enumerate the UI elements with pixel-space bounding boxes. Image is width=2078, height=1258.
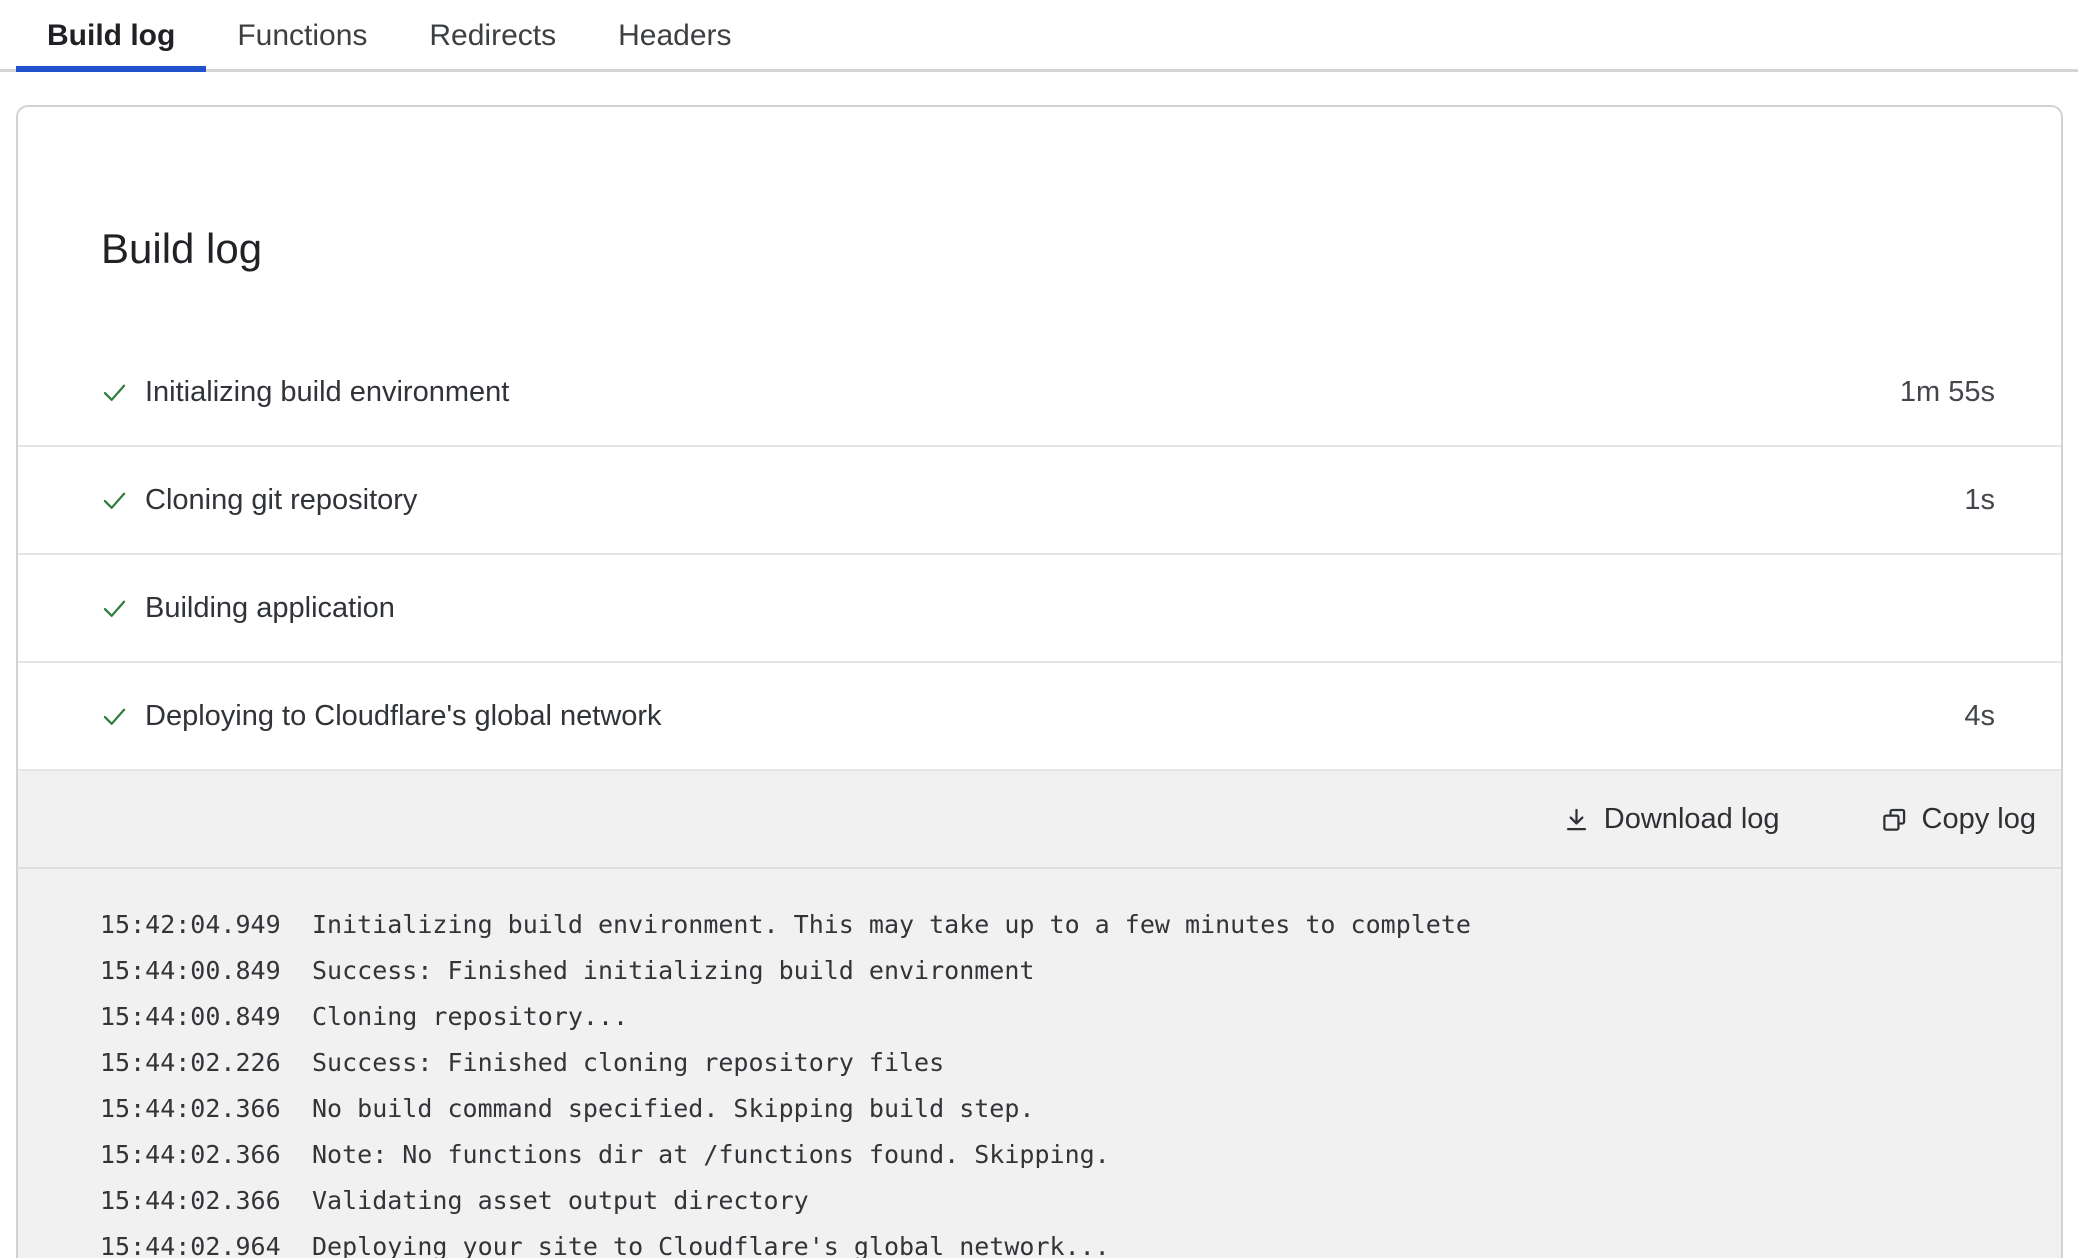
- deployment-tabs: Build log Functions Redirects Headers: [0, 0, 2078, 72]
- build-steps-list: Initializing build environment 1m 55s Cl…: [18, 339, 2061, 771]
- copy-log-button[interactable]: Copy log: [1881, 803, 2036, 836]
- log-line: 15:44:02.226 Success: Finished cloning re…: [100, 1040, 2021, 1086]
- log-message: No build command specified. Skipping bui…: [312, 1094, 1034, 1123]
- step-label: Cloning git repository: [145, 484, 1964, 517]
- step-label: Deploying to Cloudflare's global network: [145, 700, 1964, 733]
- log-message: Initializing build environment. This may…: [312, 910, 1471, 939]
- log-message: Cloning repository...: [312, 1002, 628, 1031]
- log-message: Success: Finished initializing build env…: [312, 956, 1034, 985]
- log-timestamp: 15:44:02.366: [100, 1178, 283, 1224]
- tab-build-log[interactable]: Build log: [16, 0, 206, 72]
- tab-functions[interactable]: Functions: [206, 0, 398, 72]
- log-timestamp: 15:44:00.849: [100, 994, 283, 1040]
- check-icon: [101, 487, 128, 514]
- build-step-row-cloning[interactable]: Cloning git repository 1s: [18, 447, 2061, 555]
- log-message: Deploying your site to Cloudflare's glob…: [312, 1232, 1110, 1258]
- build-step-row-building[interactable]: Building application: [18, 555, 2061, 663]
- log-timestamp: 15:44:02.226: [100, 1040, 283, 1086]
- log-toolbar: Download log Copy log: [18, 771, 2061, 869]
- build-step-row-deploying[interactable]: Deploying to Cloudflare's global network…: [18, 663, 2061, 771]
- log-message: Validating asset output directory: [312, 1186, 809, 1215]
- download-icon: [1563, 806, 1590, 833]
- log-line: 15:44:02.366 Validating asset output dire…: [100, 1178, 2021, 1224]
- log-timestamp: 15:44:02.964: [100, 1224, 283, 1258]
- log-message: Note: No functions dir at /functions fou…: [312, 1140, 1110, 1169]
- log-timestamp: 15:44:00.849: [100, 948, 283, 994]
- download-log-label: Download log: [1604, 803, 1780, 836]
- build-step-row-initializing[interactable]: Initializing build environment 1m 55s: [18, 339, 2061, 447]
- log-line: 15:42:04.949 Initializing build environme…: [100, 902, 2021, 948]
- build-log-card: Build log Initializing build environment…: [16, 105, 2063, 1258]
- log-line: 15:44:02.366 Note: No functions dir at /f…: [100, 1132, 2021, 1178]
- download-log-button[interactable]: Download log: [1563, 803, 1780, 836]
- check-icon: [101, 703, 128, 730]
- step-duration: 1m 55s: [1900, 376, 1995, 409]
- log-timestamp: 15:44:02.366: [100, 1132, 283, 1178]
- tab-redirects[interactable]: Redirects: [398, 0, 587, 72]
- step-duration: 4s: [1964, 700, 1995, 733]
- check-icon: [101, 595, 128, 622]
- card-title: Build log: [18, 135, 2061, 311]
- step-label: Initializing build environment: [145, 376, 1900, 409]
- build-detail-page: Build log Functions Redirects Headers Bu…: [0, 0, 2078, 1258]
- log-message: Success: Finished cloning repository fil…: [312, 1048, 944, 1077]
- copy-log-label: Copy log: [1922, 803, 2036, 836]
- log-line: 15:44:00.849 Cloning repository...: [100, 994, 2021, 1040]
- check-icon: [101, 379, 128, 406]
- log-line: 15:44:00.849 Success: Finished initializi…: [100, 948, 2021, 994]
- log-timestamp: 15:44:02.366: [100, 1086, 283, 1132]
- step-label: Building application: [145, 592, 1995, 625]
- step-duration: 1s: [1964, 484, 1995, 517]
- tab-headers[interactable]: Headers: [587, 0, 762, 72]
- log-line: 15:44:02.964 Deploying your site to Cloud…: [100, 1224, 2021, 1258]
- log-output: 15:42:04.949 Initializing build environme…: [18, 869, 2061, 1258]
- copy-icon: [1881, 806, 1908, 833]
- log-timestamp: 15:42:04.949: [100, 902, 283, 948]
- log-line: 15:44:02.366 No build command specified. …: [100, 1086, 2021, 1132]
